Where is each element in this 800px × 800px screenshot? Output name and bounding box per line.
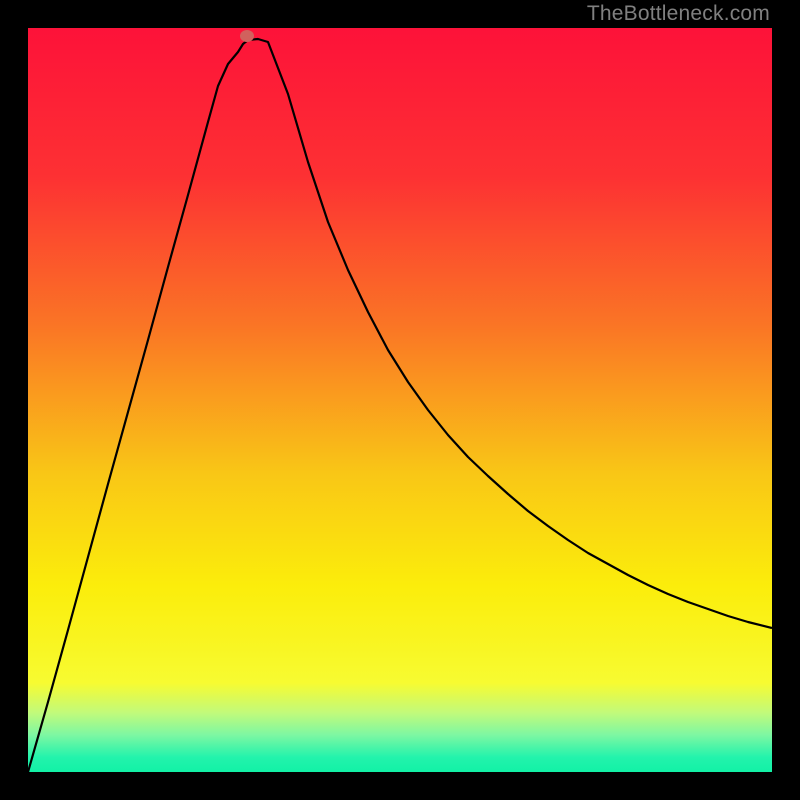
gradient-background <box>28 28 772 772</box>
chart-svg <box>28 28 772 772</box>
plot-area <box>28 28 772 772</box>
marker-dot <box>240 30 254 42</box>
chart-frame: TheBottleneck.com <box>0 0 800 800</box>
watermark-text: TheBottleneck.com <box>587 2 770 26</box>
